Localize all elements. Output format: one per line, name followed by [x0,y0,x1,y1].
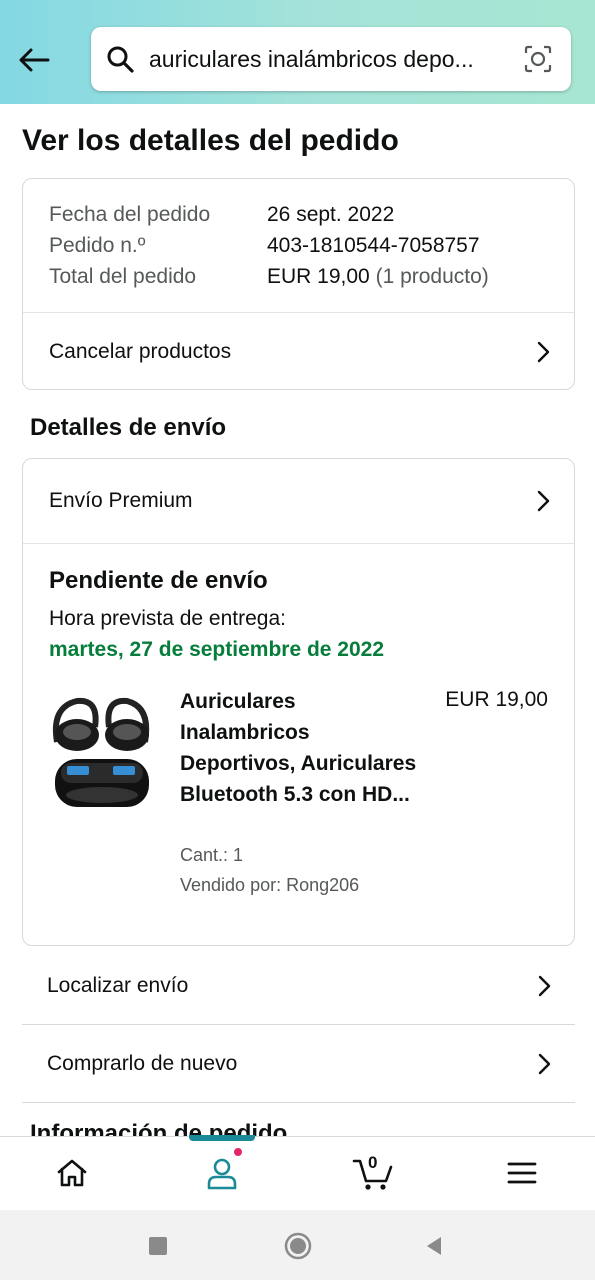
shipping-type-label: Envío Premium [49,489,193,512]
back-triangle-icon[interactable] [420,1232,448,1260]
home-circle-icon[interactable] [284,1232,312,1260]
camera-lens-icon[interactable] [523,44,553,74]
eta-label: Hora prevista de entrega: [49,607,286,630]
next-section-heading-partial: Información de pedido [30,1120,288,1136]
chevron-right-icon [537,490,550,512]
app-header: auriculares inalámbricos depo... [0,0,595,104]
order-total-amount: EUR 19,00 [267,265,370,288]
shipping-type-row[interactable]: Envío Premium [23,459,574,543]
order-date-row: Fecha del pedido 26 sept. 2022 [49,203,394,227]
buy-again-label: Comprarlo de nuevo [47,1051,238,1075]
product-seller: Vendido por: Rong206 [180,875,360,895]
order-total-note: (1 producto) [375,265,489,288]
order-total-row: Total del pedido EUR 19,00 (1 producto) [49,265,489,289]
chevron-right-icon [538,1053,551,1074]
product-price: EUR 19,00 [445,688,548,711]
search-input[interactable]: auriculares inalámbricos depo... [149,46,509,73]
cancel-products-row[interactable]: Cancelar productos [23,313,574,390]
eta-date: martes, 27 de septiembre de 2022 [49,638,385,661]
back-arrow-icon[interactable] [16,42,52,78]
track-shipment-row[interactable]: Localizar envío [22,947,575,1025]
earbuds-product-image[interactable] [47,687,157,817]
home-icon[interactable] [52,1153,92,1193]
product-title[interactable]: Auriculares Inalambricos Deportivos, Aur… [180,686,428,810]
product-quantity: Cant.: 1 [180,845,244,865]
order-summary-card: Fecha del pedido 26 sept. 2022 Pedido n.… [22,178,575,390]
order-number-row: Pedido n.º 403-1810544-7058757 [49,234,480,258]
track-shipment-label: Localizar envío [47,973,189,997]
menu-icon[interactable] [502,1153,542,1193]
search-bar[interactable]: auriculares inalámbricos depo... [91,27,571,91]
shipping-section-title: Detalles de envío [30,414,227,441]
system-nav-bar [0,1210,595,1280]
chevron-right-icon [538,975,551,996]
page-title: Ver los detalles del pedido [22,124,399,157]
order-number-label: Pedido n.º [49,234,146,257]
account-icon[interactable] [202,1153,242,1193]
cart-count: 0 [368,1153,378,1172]
order-total-label: Total del pedido [49,265,197,288]
chevron-right-icon [537,341,550,362]
cancel-products-label: Cancelar productos [49,339,232,363]
shipment-status: Pendiente de envío [49,567,268,594]
search-icon[interactable] [105,44,135,74]
shipment-card: Envío Premium Pendiente de envío Hora pr… [22,458,575,946]
order-total-value: EUR 19,00 (1 producto) [267,265,489,289]
recents-icon[interactable] [144,1232,172,1260]
order-date-value: 26 sept. 2022 [267,203,395,226]
order-date-label: Fecha del pedido [49,203,211,226]
buy-again-row[interactable]: Comprarlo de nuevo [22,1025,575,1103]
notification-dot [232,1146,244,1158]
active-tab-indicator [189,1135,255,1141]
bottom-nav [0,1135,595,1210]
order-number-value: 403-1810544-7058757 [267,234,480,257]
divider [23,543,574,544]
